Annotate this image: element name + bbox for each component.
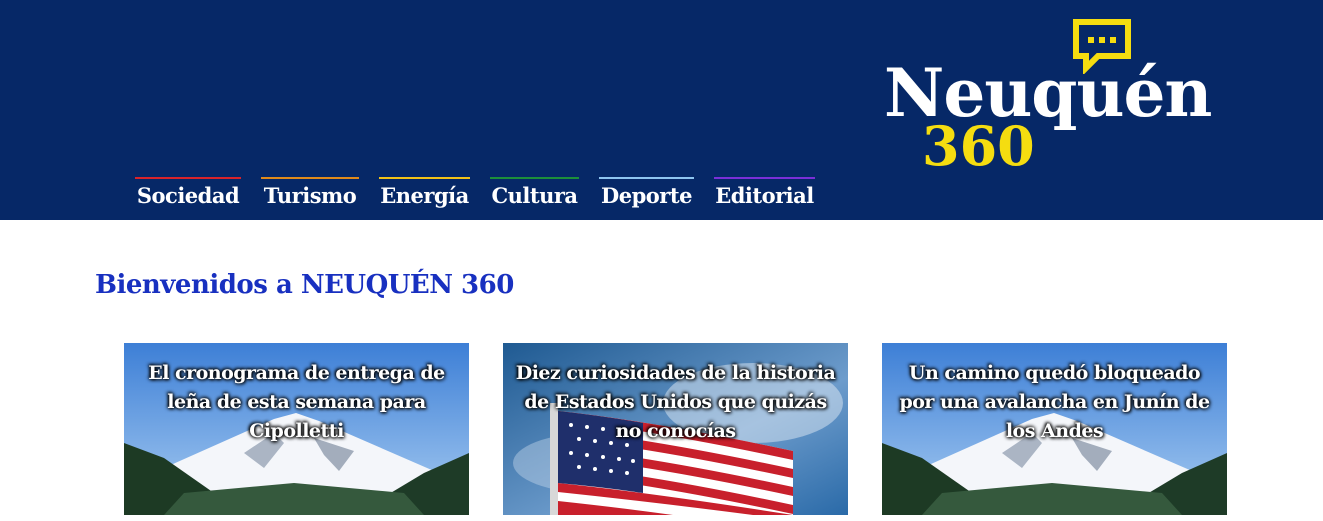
nav-underline (135, 177, 241, 179)
nav-item-cultura[interactable]: Cultura (490, 177, 579, 220)
nav-label: Energía (380, 183, 469, 208)
nav-underline (490, 177, 579, 179)
welcome-heading: Bienvenidos a NEUQUÉN 360 (95, 270, 514, 300)
logo-number: 360 (922, 114, 1035, 178)
nav-underline (379, 177, 470, 179)
article-card[interactable]: Diez curiosidades de la historia de Esta… (503, 343, 848, 515)
nav-label: Editorial (715, 183, 814, 208)
nav-item-energia[interactable]: Energía (379, 177, 470, 220)
nav-label: Sociedad (136, 183, 240, 208)
article-title: Diez curiosidades de la historia de Esta… (515, 362, 836, 442)
nav-item-turismo[interactable]: Turismo (261, 177, 359, 220)
nav-underline (714, 177, 815, 179)
article-title: Un camino quedó bloqueado por una avalan… (899, 362, 1210, 442)
nav-label: Cultura (491, 183, 578, 208)
site-header: Neuquén 360 Sociedad Turismo Energía Cul… (0, 0, 1323, 220)
nav-label: Deporte (601, 183, 692, 208)
article-card[interactable]: Un camino quedó bloqueado por una avalan… (882, 343, 1227, 515)
article-card[interactable]: El cronograma de entrega de leña de esta… (124, 343, 469, 515)
nav-item-editorial[interactable]: Editorial (714, 177, 815, 220)
nav-item-sociedad[interactable]: Sociedad (135, 177, 241, 220)
nav-underline (599, 177, 694, 179)
nav-item-deporte[interactable]: Deporte (599, 177, 694, 220)
nav-label: Turismo (263, 183, 357, 208)
site-logo[interactable]: Neuquén 360 (884, 18, 1212, 178)
article-title: El cronograma de entrega de leña de esta… (148, 362, 445, 442)
nav-underline (261, 177, 359, 179)
